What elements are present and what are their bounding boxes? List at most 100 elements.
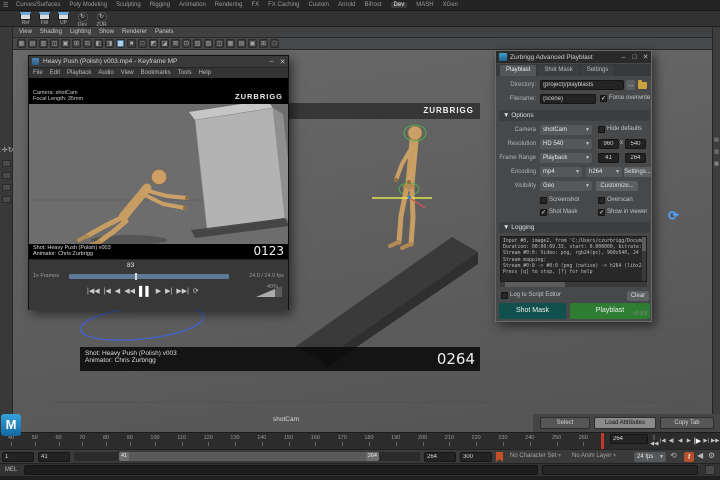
player-timeline[interactable] <box>69 274 229 279</box>
shelf-button[interactable]: ↻ZUR <box>94 12 109 26</box>
transport-button[interactable]: ▶▶| <box>176 287 189 295</box>
shelf-tab[interactable]: Custom <box>309 2 330 8</box>
playback-button[interactable]: ▶ <box>685 438 693 444</box>
overscan-checkbox[interactable] <box>598 197 605 204</box>
transport-button[interactable]: ◀◀ <box>124 287 135 295</box>
undo-icon[interactable]: ⟲ <box>670 451 677 460</box>
scrollbar-thumb[interactable] <box>505 282 565 287</box>
panel-tab-icon[interactable]: ▥ <box>714 149 719 155</box>
timeline-handle[interactable] <box>135 273 137 280</box>
transport-button[interactable]: ▶ <box>156 287 161 295</box>
fps-dropdown[interactable]: 24 fps▼ <box>634 452 666 462</box>
player-menu-item[interactable]: Audio <box>98 70 113 76</box>
panel-menu-item[interactable]: Lighting <box>70 29 91 35</box>
range-end-handle[interactable]: 264 <box>366 452 379 461</box>
mannequin-rig[interactable] <box>390 125 426 248</box>
load-attributes-button[interactable]: Load Attributes <box>594 417 656 429</box>
command-line-input[interactable] <box>24 465 538 475</box>
shelf-button[interactable]: FM <box>37 12 52 26</box>
sync-icon[interactable]: ⟳ <box>668 208 679 224</box>
copy-tab-button[interactable]: Copy Tab <box>660 417 714 429</box>
shelf-tab[interactable]: Arnold <box>338 2 355 8</box>
anim-layer-dropdown[interactable]: No Anim Layer ▾ <box>572 450 616 462</box>
force-overwrite-checkbox[interactable]: ✓ <box>600 95 607 102</box>
shelf-button[interactable]: ↻Dev <box>75 12 90 26</box>
viewport-toolbar-icon[interactable]: ◫ <box>215 39 224 48</box>
viewport-toolbar-icon[interactable]: ▩ <box>116 39 125 48</box>
encoder-settings-button[interactable]: Settings... <box>624 167 651 177</box>
player-menu-item[interactable]: Tools <box>178 70 192 76</box>
viewport-toolbar-icon[interactable]: □ <box>270 39 279 48</box>
frame-range-dropdown[interactable]: Playback▼ <box>540 153 592 163</box>
transport-button[interactable]: ◀ <box>115 287 120 295</box>
folder-icon[interactable] <box>638 82 647 89</box>
camera-dropdown[interactable]: shotCam▼ <box>540 125 592 135</box>
frame-start-field[interactable] <box>598 153 619 163</box>
resolution-height-field[interactable] <box>625 139 646 149</box>
hide-defaults-checkbox[interactable] <box>598 126 605 133</box>
viewport-toolbar-icon[interactable]: □ <box>138 39 147 48</box>
tab-playblast[interactable]: Playblast <box>500 65 536 76</box>
select-button[interactable]: Select <box>540 417 590 429</box>
close-button[interactable]: ✕ <box>277 58 288 66</box>
minimize-button[interactable]: – <box>266 58 277 65</box>
preferences-gear-icon[interactable]: ⚙ <box>708 451 715 460</box>
shelf-button[interactable]: UP <box>56 12 71 26</box>
player-menu-item[interactable]: Help <box>199 70 211 76</box>
anim-start-field[interactable] <box>2 452 34 462</box>
log-horizontal-scrollbar[interactable] <box>500 282 647 287</box>
customize-visibility-button[interactable]: Customize... <box>596 181 638 191</box>
clear-log-button[interactable]: Clear <box>627 291 649 301</box>
log-output[interactable]: Input #0, image2, from 'C:/Users/czurbri… <box>500 236 647 282</box>
shelf-tab[interactable]: Sculpting <box>116 2 141 8</box>
viewport-toolbar-icon[interactable]: ▨ <box>204 39 213 48</box>
directory-field[interactable] <box>540 80 624 90</box>
playback-end-field[interactable] <box>424 452 456 462</box>
layout-button[interactable] <box>2 160 11 167</box>
log-to-script-editor-checkbox[interactable] <box>501 292 508 299</box>
viewport-toolbar-icon[interactable]: ⊞ <box>259 39 268 48</box>
log-vertical-scrollbar[interactable] <box>642 237 646 281</box>
shot-mask-button[interactable]: Shot Mask <box>499 303 566 319</box>
player-menu-item[interactable]: File <box>33 70 43 76</box>
viewport-toolbar-icon[interactable]: ◩ <box>149 39 158 48</box>
panel-menu-item[interactable]: Shading <box>40 29 62 35</box>
anim-end-field[interactable] <box>460 452 492 462</box>
script-editor-icon[interactable] <box>705 465 715 475</box>
maximize-button[interactable]: □ <box>629 54 640 61</box>
character-set-dropdown[interactable]: No Character Set ▾ <box>510 450 561 462</box>
hamburger-icon[interactable]: ☰ <box>3 2 8 9</box>
viewport-toolbar-icon[interactable]: ■ <box>127 39 136 48</box>
tab-shot-mask[interactable]: Shot Mask <box>538 65 578 76</box>
shelf-tab[interactable]: Poly Modeling <box>69 2 107 8</box>
playback-button[interactable]: |◀ <box>659 438 667 444</box>
viewport-toolbar-icon[interactable]: ⊞ <box>72 39 81 48</box>
shelf-tab[interactable]: Curves/Surfaces <box>16 2 60 8</box>
shelf-button[interactable]: Ref <box>18 12 33 26</box>
viewport-toolbar-icon[interactable]: ▦ <box>226 39 235 48</box>
show-in-viewer-checkbox[interactable]: ✓ <box>598 209 605 216</box>
player-menu-item[interactable]: View <box>121 70 134 76</box>
viewport-toolbar-icon[interactable]: ▧ <box>193 39 202 48</box>
layout-button[interactable] <box>2 184 11 191</box>
dialog-title-bar[interactable]: Zurbrigg Advanced Playblast – □ ✕ <box>496 51 651 63</box>
playback-button[interactable]: |▶ <box>694 437 702 445</box>
range-slider-active[interactable]: 41 264 <box>119 452 379 461</box>
player-menu-item[interactable]: Playback <box>67 70 91 76</box>
playback-button[interactable]: ◀| <box>668 438 676 444</box>
screenshot-checkbox[interactable] <box>540 197 547 204</box>
viewport-toolbar-icon[interactable]: ⊡ <box>182 39 191 48</box>
shelf-tab[interactable]: Rigging <box>150 2 170 8</box>
transport-button[interactable]: ▌▌ <box>139 286 152 296</box>
panel-tab-icon[interactable]: ▤ <box>714 137 719 143</box>
logging-section-header[interactable]: ▼ Logging <box>499 222 650 233</box>
panel-tab-icon[interactable]: ▦ <box>714 161 719 167</box>
set-key-icon[interactable] <box>496 452 503 462</box>
panel-menu-item[interactable]: Show <box>99 29 114 35</box>
resolution-dropdown[interactable]: HD 540▼ <box>540 139 592 149</box>
viewport-toolbar-icon[interactable]: ⊟ <box>83 39 92 48</box>
playback-button[interactable]: |◀◀ <box>650 435 658 447</box>
shelf-tab[interactable]: Rendering <box>215 2 243 8</box>
playback-start-field[interactable] <box>38 452 70 462</box>
resolution-width-field[interactable] <box>598 139 619 149</box>
